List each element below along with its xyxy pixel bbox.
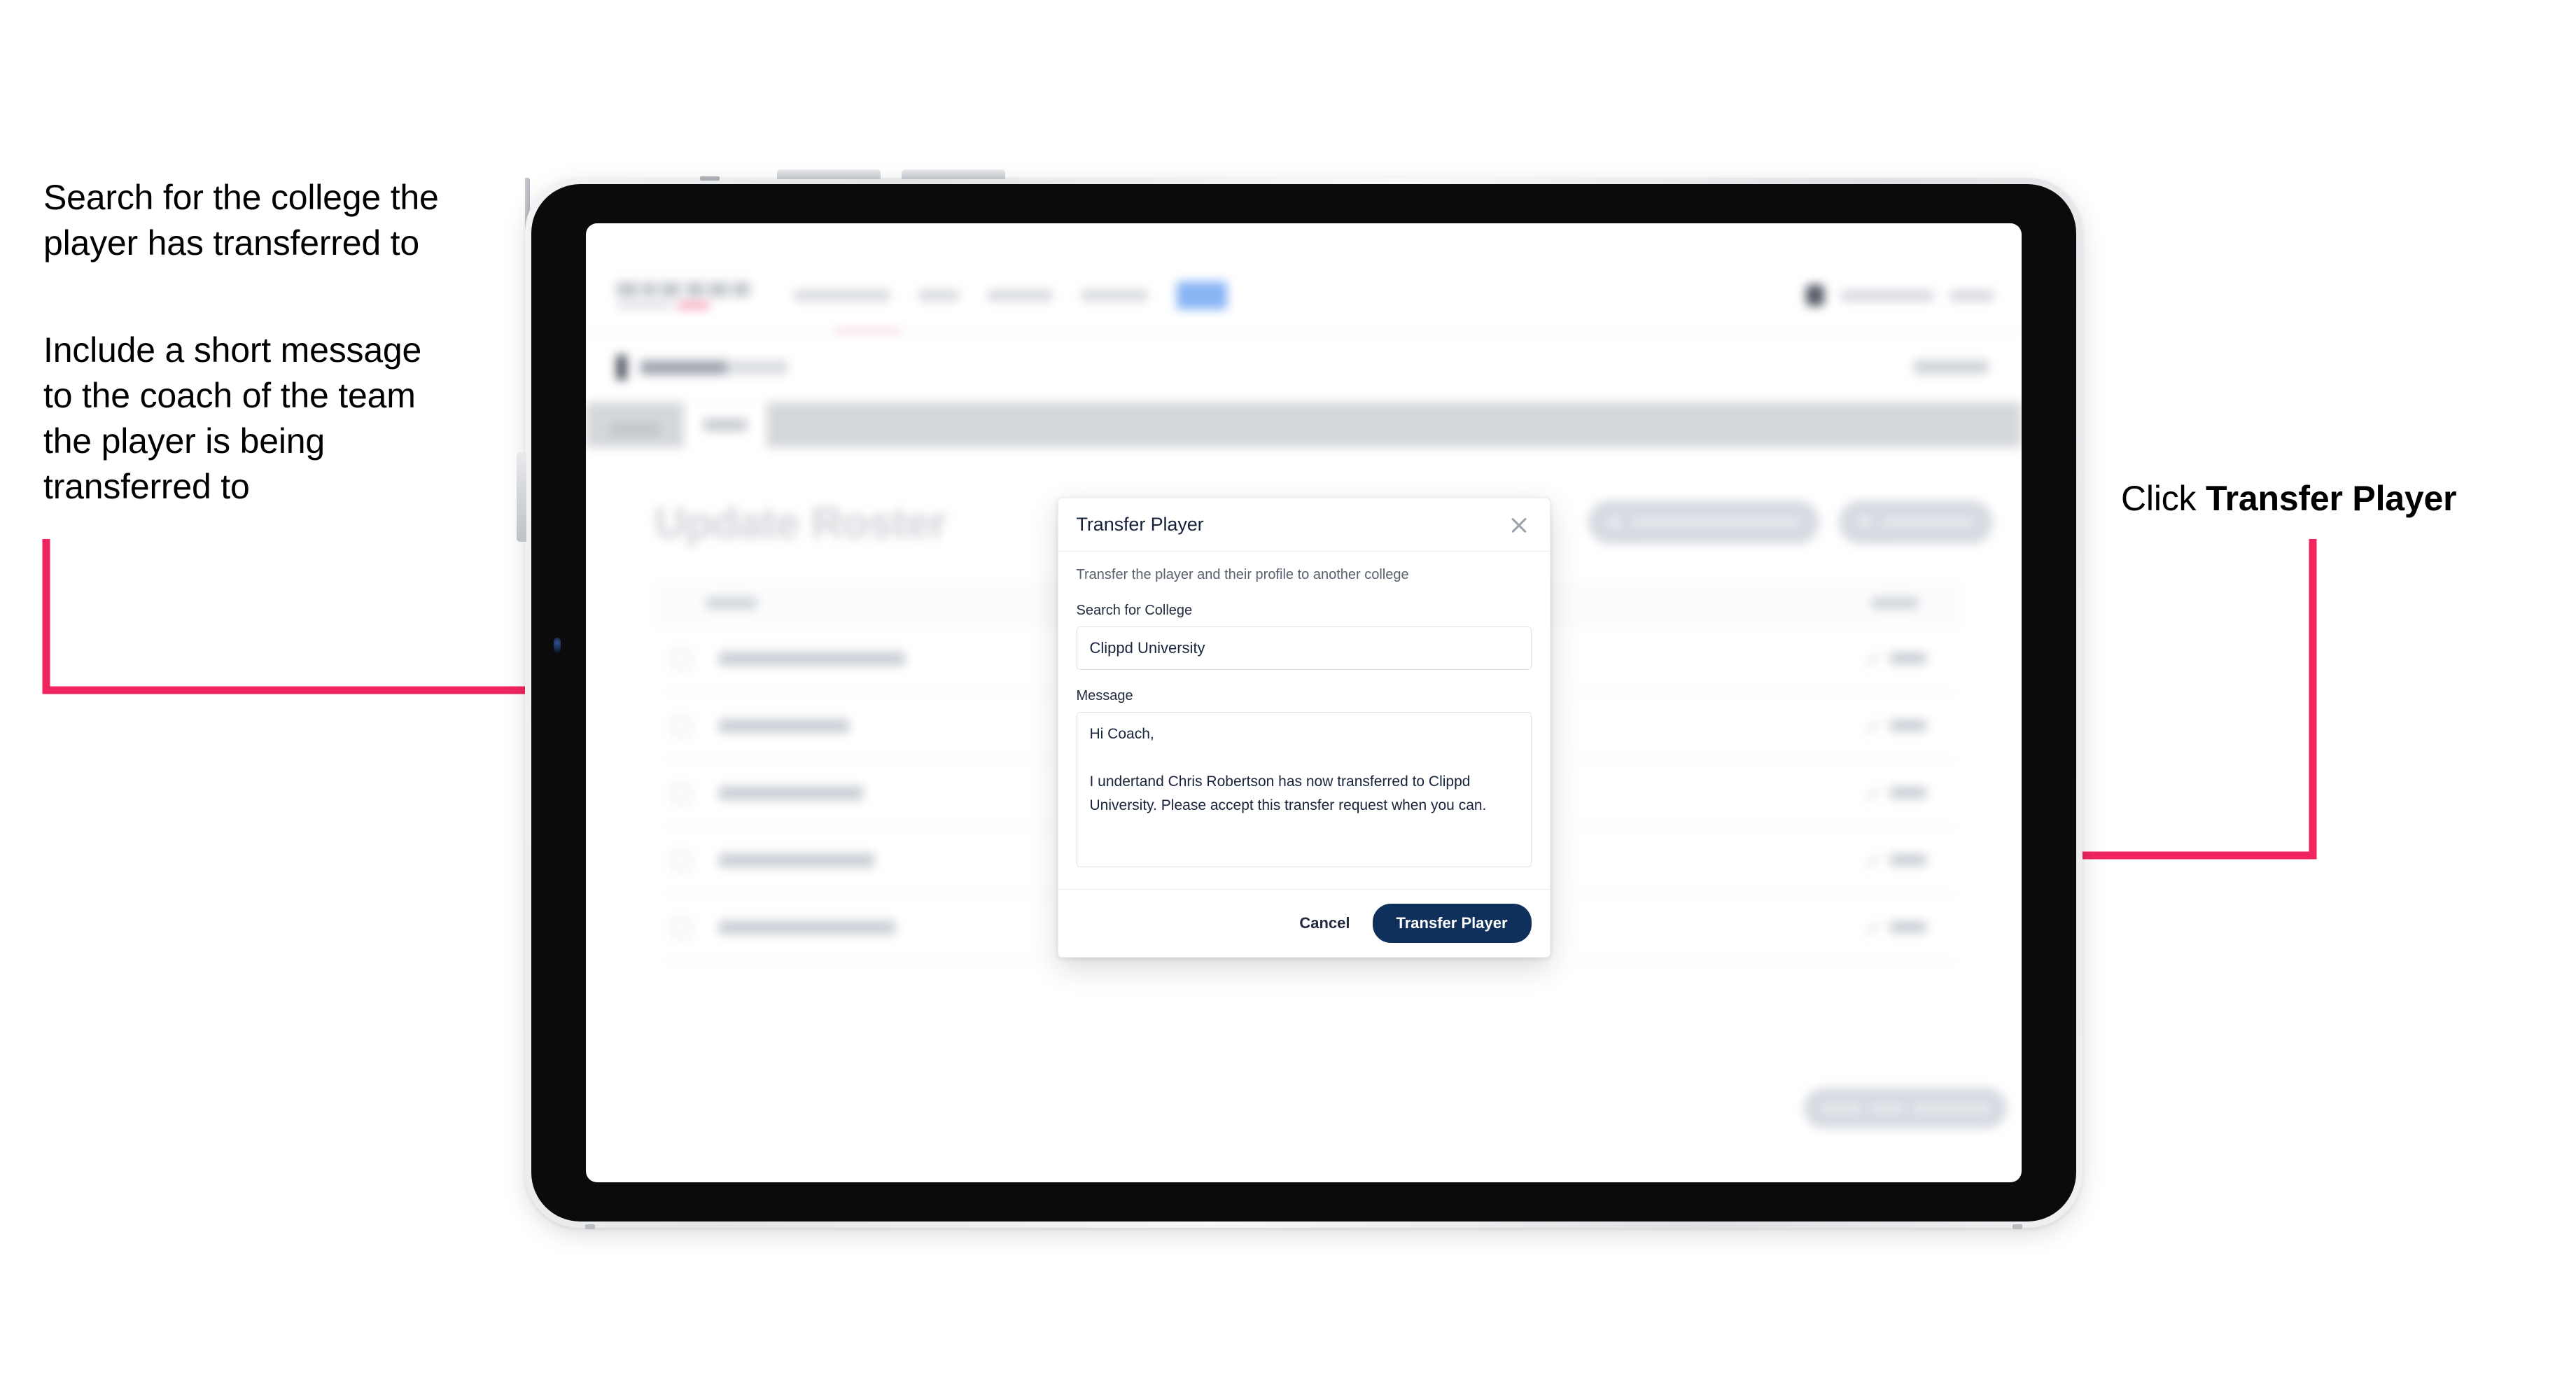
annotation-include-message: Include a short message to the coach of … bbox=[43, 330, 422, 506]
device-antenna-seam-bottom-right bbox=[2012, 1224, 2022, 1229]
message-textarea[interactable]: Hi Coach, I undertand Chris Robertson ha… bbox=[1076, 712, 1532, 867]
annotation-right-prefix: Click bbox=[2121, 479, 2206, 518]
device-indicator-dot bbox=[554, 638, 561, 653]
message-label: Message bbox=[1076, 688, 1133, 704]
volume-down-button[interactable] bbox=[902, 169, 1005, 179]
close-icon[interactable] bbox=[1506, 512, 1532, 538]
annotation-search-college: Search for the college the player has tr… bbox=[43, 178, 439, 262]
modal-title: Transfer Player bbox=[1076, 514, 1204, 535]
modal-footer: Cancel Transfer Player bbox=[1058, 889, 1550, 957]
device-bezel: Update Roster Transfer Player Transfer t… bbox=[531, 184, 2076, 1222]
tablet-device: Update Roster Transfer Player Transfer t… bbox=[517, 169, 2082, 1229]
modal-subtitle: Transfer the player and their profile to… bbox=[1076, 567, 1409, 582]
annotation-right-bold: Transfer Player bbox=[2206, 479, 2457, 518]
modal-body: Transfer the player and their profile to… bbox=[1058, 552, 1550, 889]
modal-header: Transfer Player bbox=[1058, 498, 1550, 552]
annotation-click-transfer-player: Click Transfer Player bbox=[2121, 476, 2555, 522]
transfer-player-modal: Transfer Player Transfer the player and … bbox=[1057, 498, 1550, 958]
screenshot-stage: Search for the college the player has tr… bbox=[0, 0, 2576, 1386]
volume-up-button[interactable] bbox=[777, 169, 881, 179]
device-screen: Update Roster Transfer Player Transfer t… bbox=[586, 223, 2022, 1182]
device-antenna-seam-bottom-left bbox=[585, 1224, 595, 1229]
search-college-label: Search for College bbox=[1076, 603, 1193, 618]
search-college-input[interactable] bbox=[1076, 626, 1532, 670]
cancel-button[interactable]: Cancel bbox=[1295, 907, 1354, 939]
transfer-player-button[interactable]: Transfer Player bbox=[1372, 904, 1532, 943]
power-button[interactable] bbox=[517, 452, 526, 542]
device-antenna-seam-top bbox=[700, 176, 720, 181]
